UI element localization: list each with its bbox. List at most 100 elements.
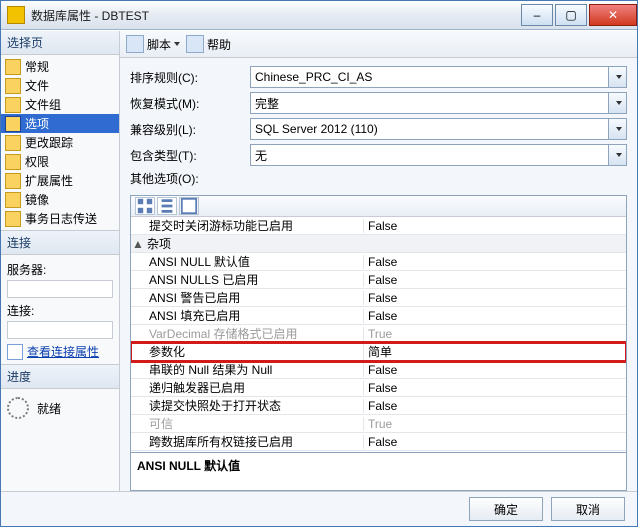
prop-name: 串联的 Null 结果为 Null (131, 361, 363, 378)
right-toolbar: 脚本 帮助 (120, 31, 637, 58)
cancel-button[interactable]: 取消 (551, 497, 625, 521)
dialog-footer: 确定 取消 (1, 491, 637, 526)
link-icon (7, 344, 23, 360)
grid-row[interactable]: 跨数据库所有权链接已启用False (131, 433, 626, 451)
nav-extended[interactable]: 扩展属性 (1, 171, 119, 190)
prop-name: 参数化 (131, 343, 363, 360)
prop-name: ANSI 警告已启用 (131, 289, 363, 306)
prop-value[interactable]: False (363, 273, 626, 287)
category-name: 杂项 (145, 235, 361, 252)
properties-button[interactable] (179, 197, 199, 215)
recovery-label: 恢复模式(M): (130, 95, 250, 112)
recovery-select[interactable]: 完整 (250, 92, 627, 114)
prop-name: ANSI NULLS 已启用 (131, 271, 363, 288)
prop-name: 提交时关闭游标功能已启用 (131, 217, 363, 234)
page-icon (5, 97, 21, 113)
grid-category[interactable]: ▲杂项 (131, 235, 626, 253)
nav-general[interactable]: 常规 (1, 57, 119, 76)
connection-section: 连接 服务器: 连接: 查看连接属性 (1, 230, 119, 364)
prop-value[interactable]: False (363, 309, 626, 323)
prop-name: ANSI NULL 默认值 (131, 253, 363, 270)
grid-row[interactable]: 串联的 Null 结果为 NullFalse (131, 361, 626, 379)
page-icon (5, 78, 21, 94)
property-grid-wrap: 提交时关闭游标功能已启用False▲杂项ANSI NULL 默认值FalseAN… (130, 195, 627, 491)
prop-value[interactable]: False (363, 255, 626, 269)
property-grid[interactable]: 提交时关闭游标功能已启用False▲杂项ANSI NULL 默认值FalseAN… (131, 217, 626, 452)
prop-value[interactable]: True (363, 417, 626, 431)
page-nav-list: 常规 文件 文件组 选项 更改跟踪 权限 扩展属性 镜像 事务日志传送 (1, 55, 119, 230)
script-icon (126, 35, 144, 53)
prop-value[interactable]: False (363, 435, 626, 449)
right-pane: 脚本 帮助 排序规则(C): Chinese_PRC_CI_AS 恢复模式(M)… (120, 31, 637, 491)
prop-name: 读提交快照处于打开状态 (131, 397, 363, 414)
nav-options[interactable]: 选项 (1, 114, 119, 133)
nav-mirroring[interactable]: 镜像 (1, 190, 119, 209)
nav-files[interactable]: 文件 (1, 76, 119, 95)
grid-row[interactable]: ANSI NULLS 已启用False (131, 271, 626, 289)
prop-name: VarDecimal 存储格式已启用 (131, 325, 363, 342)
nav-changetracking[interactable]: 更改跟踪 (1, 133, 119, 152)
compat-select[interactable]: SQL Server 2012 (110) (250, 118, 627, 140)
script-button[interactable]: 脚本 (126, 35, 180, 53)
progress-header: 进度 (1, 365, 119, 389)
page-icon (5, 135, 21, 151)
minimize-button[interactable]: – (521, 4, 553, 26)
grid-row[interactable]: 参数化简单 (131, 343, 626, 361)
prop-value[interactable]: False (363, 363, 626, 377)
progress-spinner-icon (7, 397, 29, 419)
page-icon (5, 192, 21, 208)
prop-value[interactable]: False (363, 291, 626, 305)
alphabetical-button[interactable] (157, 197, 177, 215)
help-button[interactable]: 帮助 (186, 35, 231, 53)
property-help: ANSI NULL 默认值 (131, 452, 626, 490)
chevron-down-icon[interactable] (608, 145, 626, 165)
chevron-down-icon (174, 42, 180, 46)
progress-section: 进度 就绪 (1, 364, 119, 427)
collapse-icon[interactable]: ▲ (131, 237, 145, 251)
property-grid-toolbar (131, 196, 626, 217)
grid-row[interactable]: 可信True (131, 415, 626, 433)
grid-row[interactable]: VarDecimal 存储格式已启用True (131, 325, 626, 343)
categorized-button[interactable] (135, 197, 155, 215)
nav-logshipping[interactable]: 事务日志传送 (1, 209, 119, 228)
nav-permissions[interactable]: 权限 (1, 152, 119, 171)
titlebar[interactable]: 数据库属性 - DBTEST – ▢ ✕ (1, 1, 637, 30)
compat-label: 兼容级别(L): (130, 121, 250, 138)
dialog-window: 数据库属性 - DBTEST – ▢ ✕ 选择页 常规 文件 文件组 选项 更改… (0, 0, 638, 527)
prop-value[interactable]: False (363, 219, 626, 233)
progress-body: 就绪 (1, 389, 119, 427)
view-connection-link[interactable]: 查看连接属性 (7, 343, 113, 360)
prop-value[interactable]: True (363, 327, 626, 341)
prop-name: 可信 (131, 415, 363, 432)
server-value (7, 280, 113, 298)
grid-row[interactable]: ANSI NULL 默认值False (131, 253, 626, 271)
grid-row[interactable]: 递归触发器已启用False (131, 379, 626, 397)
chevron-down-icon[interactable] (608, 119, 626, 139)
page-icon (5, 116, 21, 132)
prop-value[interactable]: False (363, 381, 626, 395)
page-icon (5, 154, 21, 170)
chevron-down-icon[interactable] (608, 93, 626, 113)
database-icon (7, 6, 25, 24)
grid-row[interactable]: 读提交快照处于打开状态False (131, 397, 626, 415)
containment-select[interactable]: 无 (250, 144, 627, 166)
conn-value (7, 321, 113, 339)
grid-row[interactable]: ANSI 填充已启用False (131, 307, 626, 325)
collation-select[interactable]: Chinese_PRC_CI_AS (250, 66, 627, 88)
nav-filegroups[interactable]: 文件组 (1, 95, 119, 114)
select-page-header: 选择页 (1, 31, 119, 55)
close-button[interactable]: ✕ (589, 4, 637, 26)
prop-name: 跨数据库所有权链接已启用 (131, 433, 363, 450)
prop-name: ANSI 填充已启用 (131, 307, 363, 324)
page-icon (5, 173, 21, 189)
chevron-down-icon[interactable] (608, 67, 626, 87)
connection-box: 服务器: 连接: 查看连接属性 (1, 255, 119, 364)
ok-button[interactable]: 确定 (469, 497, 543, 521)
maximize-button[interactable]: ▢ (555, 4, 587, 26)
prop-value[interactable]: 简单 (363, 343, 626, 360)
prop-value[interactable]: False (363, 399, 626, 413)
prop-name: 递归触发器已启用 (131, 379, 363, 396)
grid-row[interactable]: 提交时关闭游标功能已启用False (131, 217, 626, 235)
grid-row[interactable]: ANSI 警告已启用False (131, 289, 626, 307)
help-icon (186, 35, 204, 53)
